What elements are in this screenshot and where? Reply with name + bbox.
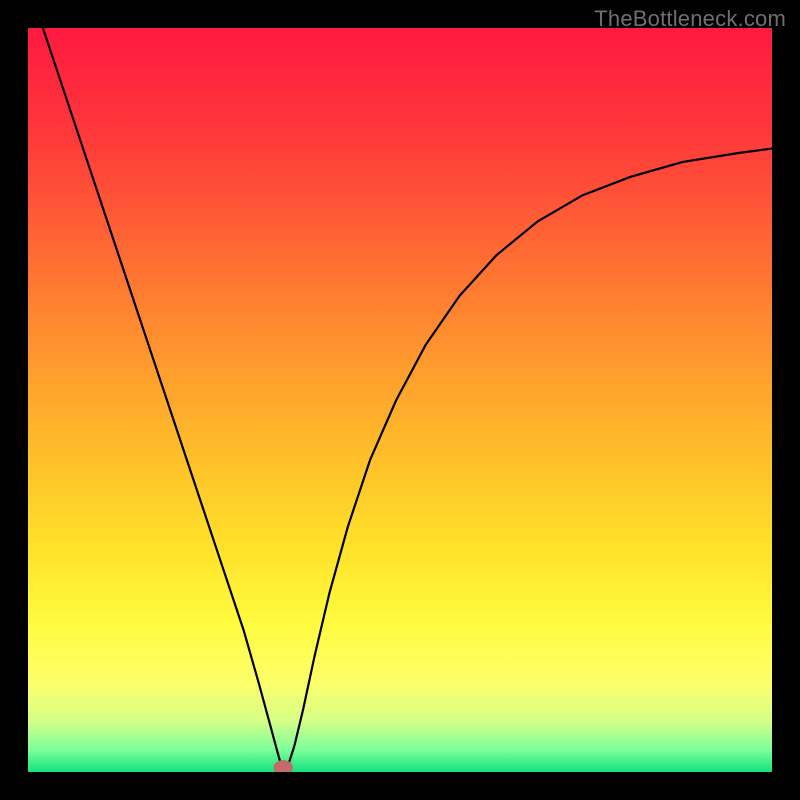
watermark-text: TheBottleneck.com	[594, 6, 786, 32]
outer-frame: TheBottleneck.com	[0, 0, 800, 800]
plot-area	[28, 28, 772, 772]
bottleneck-curve	[43, 28, 772, 771]
curve-layer	[28, 28, 772, 772]
